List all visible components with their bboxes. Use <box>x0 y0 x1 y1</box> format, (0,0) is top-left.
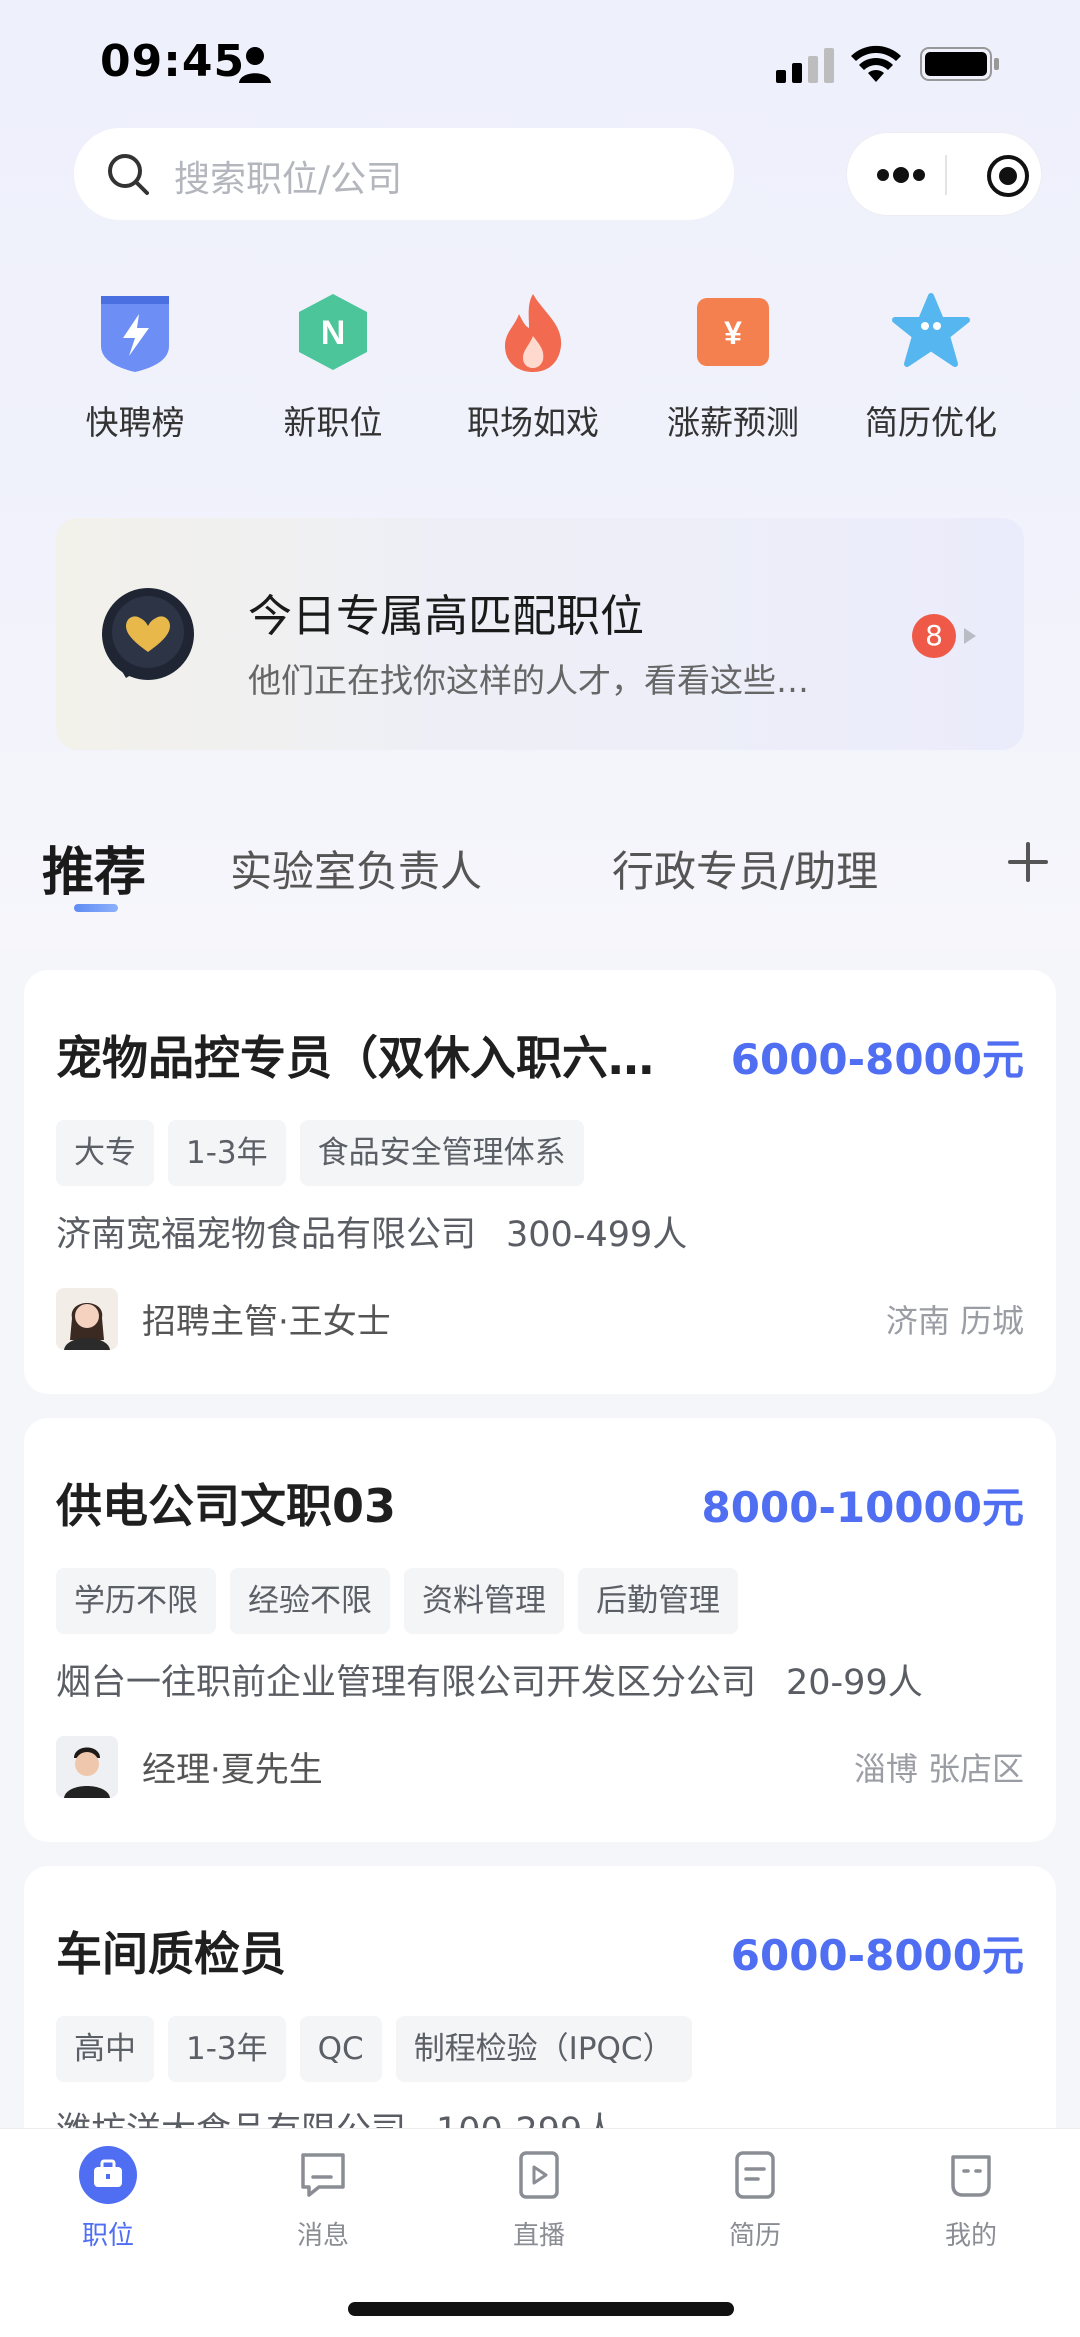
job-salary: 6000-8000元 <box>730 1035 1024 1084</box>
star-icon <box>892 293 970 367</box>
company-size: 300-499人 <box>506 1215 688 1255</box>
close-target-icon[interactable] <box>985 153 1031 199</box>
plus-icon[interactable] <box>1006 840 1050 884</box>
job-location: 济南 历城 <box>885 1302 1024 1340</box>
tab-recommend[interactable]: 推荐 <box>42 830 146 905</box>
job-tag: 1-3年 <box>168 1120 286 1186</box>
job-tag: 食品安全管理体系 <box>299 1120 584 1186</box>
miniprogram-capsule <box>846 132 1042 216</box>
wifi-icon <box>851 45 901 82</box>
nav-profile[interactable]: 我的 <box>896 2145 1046 2252</box>
home-indicator[interactable] <box>348 2302 734 2316</box>
profile-face-icon <box>951 2155 991 2197</box>
job-tag: 资料管理 <box>404 1568 564 1634</box>
status-bar: 09:45 <box>0 0 1080 130</box>
job-card[interactable]: 宠物品控专员（双休入职六… 6000-8000元 大专 1-3年 食品安全管理体… <box>24 970 1056 1394</box>
quick-entry-label: 新职位 <box>283 403 383 442</box>
job-location: 淄博 张店区 <box>853 1750 1024 1788</box>
job-tag: 1-3年 <box>168 2016 286 2082</box>
nav-live[interactable]: 直播 <box>464 2145 614 2252</box>
nav-label: 消息 <box>296 2221 349 2251</box>
quick-entry-hot-jobs[interactable]: 快聘榜 <box>40 290 230 450</box>
quick-entry-new-jobs[interactable]: N 新职位 <box>238 290 428 450</box>
job-tags: 学历不限 经验不限 资料管理 后勤管理 <box>56 1568 738 1634</box>
recruiter-avatar <box>56 1736 118 1798</box>
nav-label: 职位 <box>81 2221 134 2251</box>
status-time: 09:45 <box>100 36 246 87</box>
yen-icon: ¥ <box>697 298 769 366</box>
shield-bolt-icon <box>101 296 169 372</box>
job-card[interactable]: 供电公司文职03 8000-10000元 学历不限 经验不限 资料管理 后勤管理… <box>24 1418 1056 1842</box>
nav-label: 直播 <box>512 2221 565 2251</box>
capsule-divider <box>945 155 947 195</box>
recruiter-name: 经理·夏先生 <box>142 1750 323 1790</box>
search-input[interactable]: 搜索职位/公司 <box>74 128 734 220</box>
job-tag: QC <box>299 2016 382 2082</box>
nav-label: 我的 <box>944 2221 997 2251</box>
chat-heart-icon <box>102 588 194 680</box>
recruiter-name: 招聘主管·王女士 <box>142 1302 391 1342</box>
document-icon <box>735 2151 775 2199</box>
job-tag: 高中 <box>56 2016 154 2082</box>
search-icon <box>108 154 149 195</box>
play-icon <box>519 2151 559 2199</box>
company-name: 烟台一往职前企业管理有限公司开发区分公司 <box>56 1663 757 1703</box>
nav-messages[interactable]: 消息 <box>248 2145 398 2252</box>
nav-jobs[interactable]: 职位 <box>33 2145 183 2252</box>
banner-count-badge: 8 <box>912 614 956 658</box>
quick-entry-label: 职场如戏 <box>467 403 599 442</box>
quick-entry-resume-optimize[interactable]: 简历优化 <box>836 290 1026 450</box>
cellular-signal-icon <box>776 48 834 83</box>
more-dots-icon[interactable] <box>875 161 927 189</box>
banner-title: 今日专属高匹配职位 <box>248 591 644 642</box>
job-title: 车间质检员 <box>56 1927 286 1981</box>
chevron-right-icon <box>964 628 976 644</box>
job-salary: 6000-8000元 <box>730 1931 1024 1980</box>
job-title: 供电公司文职03 <box>56 1479 397 1533</box>
matched-jobs-banner[interactable]: 今日专属高匹配职位 他们正在找你这样的人才，看看这些… 8 <box>56 518 1024 750</box>
nav-resume[interactable]: 简历 <box>680 2145 830 2252</box>
job-salary: 8000-10000元 <box>701 1483 1024 1532</box>
quick-entry-label: 快聘榜 <box>85 403 185 442</box>
briefcase-icon <box>79 2146 137 2204</box>
message-icon <box>301 2153 345 2197</box>
company-name: 济南宽福宠物食品有限公司 <box>56 1215 477 1255</box>
search-placeholder: 搜索职位/公司 <box>174 159 403 200</box>
tab-admin-assistant[interactable]: 行政专员/助理 <box>612 838 878 899</box>
new-badge-icon: N <box>299 294 367 370</box>
svg-text:N: N <box>321 314 346 352</box>
recruiter-avatar <box>56 1288 118 1350</box>
company-info: 烟台一往职前企业管理有限公司开发区分公司 20-99人 <box>56 1654 923 1705</box>
battery-icon <box>920 47 999 81</box>
banner-subtitle: 他们正在找你这样的人才，看看这些… <box>248 661 809 700</box>
person-icon <box>239 47 271 83</box>
job-tag: 经验不限 <box>230 1568 390 1634</box>
job-category-tabs: 推荐 实验室负责人 行政专员/助理 <box>0 820 1080 940</box>
job-tags: 大专 1-3年 食品安全管理体系 <box>56 1120 584 1186</box>
job-tag: 大专 <box>56 1120 154 1186</box>
flame-icon <box>505 294 562 372</box>
svg-text:¥: ¥ <box>724 315 742 351</box>
quick-entry-label: 涨薪预测 <box>667 403 799 442</box>
nav-label: 简历 <box>728 2221 781 2251</box>
job-tag: 学历不限 <box>56 1568 216 1634</box>
quick-entry-label: 简历优化 <box>865 403 997 442</box>
company-size: 20-99人 <box>786 1663 923 1703</box>
quick-entry-workplace-drama[interactable]: 职场如戏 <box>438 290 628 450</box>
tab-lab-manager[interactable]: 实验室负责人 <box>230 838 482 899</box>
tab-active-indicator <box>74 904 118 912</box>
company-info: 济南宽福宠物食品有限公司 300-499人 <box>56 1206 687 1257</box>
job-tags: 高中 1-3年 QC 制程检验（IPQC） <box>56 2016 692 2082</box>
job-tag: 制程检验（IPQC） <box>395 2016 692 2082</box>
job-tag: 后勤管理 <box>578 1568 738 1634</box>
quick-entry-salary-forecast[interactable]: ¥ 涨薪预测 <box>638 290 828 450</box>
job-title: 宠物品控专员（双休入职六… <box>56 1031 654 1085</box>
